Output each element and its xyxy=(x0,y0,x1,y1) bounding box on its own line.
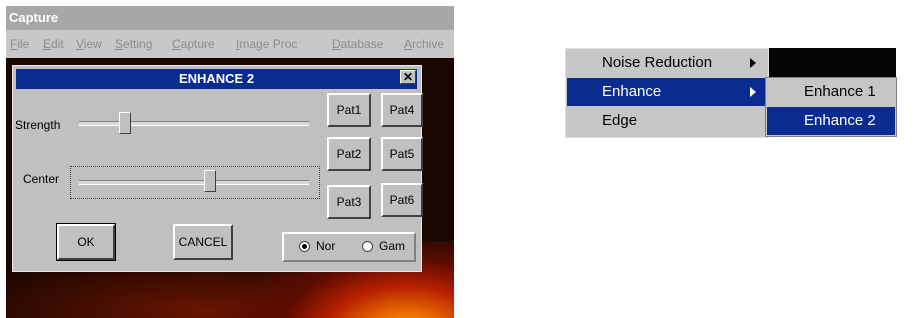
mode-radio-group: Nor Gam xyxy=(282,232,416,262)
close-icon[interactable]: ✕ xyxy=(400,70,416,84)
menu-setting[interactable]: Setting xyxy=(115,37,152,51)
pat4-button[interactable]: Pat4 xyxy=(381,93,423,127)
menu-item-label: Enhance 1 xyxy=(804,83,876,100)
capture-title-bar[interactable]: Capture xyxy=(6,6,454,30)
menu-item-label: Edge xyxy=(602,112,638,129)
cancel-button[interactable]: CANCEL xyxy=(173,224,233,260)
pat6-button[interactable]: Pat6 xyxy=(381,183,423,217)
menu-item-enhance[interactable]: Enhance xyxy=(567,78,767,106)
menu-file[interactable]: File xyxy=(10,37,29,51)
radio-gam[interactable] xyxy=(362,241,373,252)
menu-item-enhance-2[interactable]: Enhance 2 xyxy=(767,107,895,135)
dialog-title[interactable]: ENHANCE 2 xyxy=(16,69,417,89)
radio-nor[interactable] xyxy=(299,241,310,252)
center-label: Center xyxy=(23,172,60,186)
radio-gam-label: Gam xyxy=(379,239,406,253)
menu-item-noise-reduction[interactable]: Noise Reduction xyxy=(567,49,767,77)
enhance-dialog: ENHANCE 2 ✕ Strength Center Pat1 Pat4 Pa… xyxy=(12,65,423,272)
menu-item-label: Noise Reduction xyxy=(602,54,713,71)
pat2-button[interactable]: Pat2 xyxy=(327,137,371,171)
radio-nor-label: Nor xyxy=(316,239,336,253)
radio-selected-dot xyxy=(302,244,307,249)
menu-bar: File Edit View Setting Capture Image Pro… xyxy=(6,30,454,58)
menu-item-label: Enhance 2 xyxy=(804,112,876,129)
pat5-button[interactable]: Pat5 xyxy=(381,137,423,171)
strength-slider-track[interactable] xyxy=(79,121,309,126)
submenu-arrow-icon xyxy=(750,87,756,97)
menu-item-edge[interactable]: Edge xyxy=(567,107,767,135)
center-slider-thumb[interactable] xyxy=(204,170,217,192)
menu-backdrop xyxy=(769,48,896,77)
strength-slider-thumb[interactable] xyxy=(119,112,131,134)
menu-view[interactable]: View xyxy=(76,37,102,51)
center-slider-track[interactable] xyxy=(79,180,309,185)
image-proc-popup-menu: Noise Reduction Enhance Edge xyxy=(565,48,769,138)
strength-label: Strength xyxy=(15,118,61,132)
menu-archive[interactable]: Archive xyxy=(404,37,444,51)
menu-item-label: Enhance xyxy=(602,83,662,100)
menu-edit[interactable]: Edit xyxy=(43,37,64,51)
pat1-button[interactable]: Pat1 xyxy=(327,93,371,127)
menu-capture[interactable]: Capture xyxy=(172,37,215,51)
menu-database[interactable]: Database xyxy=(332,37,383,51)
enhance-submenu: Enhance 1 Enhance 2 xyxy=(765,77,897,137)
pat3-button[interactable]: Pat3 xyxy=(327,185,371,219)
menu-item-enhance-1[interactable]: Enhance 1 xyxy=(767,78,895,106)
capture-window: Capture File Edit View Setting Capture I… xyxy=(6,6,454,318)
submenu-arrow-icon xyxy=(750,58,756,68)
ok-button[interactable]: OK xyxy=(56,223,116,261)
menu-image-proc[interactable]: Image Proc xyxy=(236,37,297,51)
